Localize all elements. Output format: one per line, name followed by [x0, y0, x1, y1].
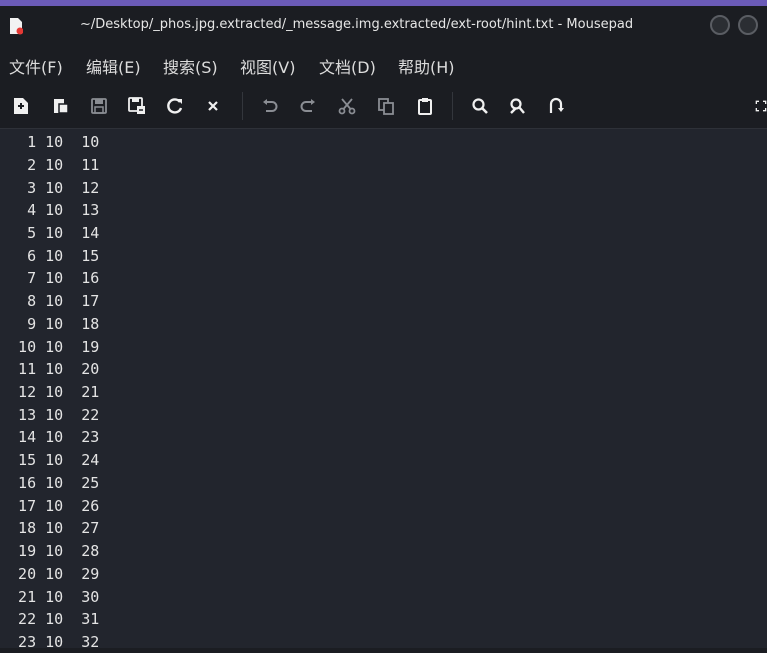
- text-line: 3 10 12: [0, 179, 100, 197]
- text-editor-area[interactable]: 1 10 10 2 10 11 3 10 12 4 10 13 5 10 14 …: [0, 129, 767, 653]
- text-line: 19 10 28: [0, 542, 100, 560]
- text-line: 10 10 19: [0, 338, 100, 356]
- reload-icon[interactable]: [164, 95, 186, 117]
- text-line: 16 10 25: [0, 474, 100, 492]
- text-line: 20 10 29: [0, 565, 100, 583]
- text-line: 15 10 24: [0, 451, 100, 469]
- title-bar[interactable]: ~/Desktop/_phos.jpg.extracted/_message.i…: [0, 6, 767, 44]
- text-line: 1 10 10: [0, 133, 100, 151]
- menu-search[interactable]: 搜索(S): [163, 54, 218, 78]
- window-title: ~/Desktop/_phos.jpg.extracted/_message.i…: [80, 17, 634, 32]
- text-line: 7 10 16: [0, 269, 100, 287]
- cut-icon[interactable]: [336, 95, 358, 117]
- save-icon[interactable]: [88, 95, 110, 117]
- redo-icon[interactable]: [297, 95, 319, 117]
- minimize-button[interactable]: [710, 15, 730, 35]
- fullscreen-icon[interactable]: [755, 95, 767, 117]
- undo-icon[interactable]: [259, 95, 281, 117]
- text-line: 14 10 23: [0, 428, 100, 446]
- text-line: 18 10 27: [0, 519, 100, 537]
- text-line: 8 10 17: [0, 292, 100, 310]
- text-line: 5 10 14: [0, 224, 100, 242]
- maximize-button[interactable]: [738, 15, 758, 35]
- menu-edit[interactable]: 编辑(E): [86, 54, 141, 78]
- text-line: 13 10 22: [0, 406, 100, 424]
- text-line: 22 10 31: [0, 610, 100, 628]
- copy-icon[interactable]: [375, 95, 397, 117]
- new-document-icon[interactable]: [10, 95, 32, 117]
- text-line: 6 10 15: [0, 247, 100, 265]
- menu-view[interactable]: 视图(V): [240, 54, 295, 78]
- mousepad-app-icon: [9, 17, 24, 35]
- text-line: 11 10 20: [0, 360, 100, 378]
- menu-bar: 文件(F) 编辑(E) 搜索(S) 视图(V) 文档(D) 帮助(H): [0, 44, 767, 84]
- menu-help[interactable]: 帮助(H): [398, 54, 455, 78]
- text-line: 2 10 11: [0, 156, 100, 174]
- menu-file[interactable]: 文件(F): [9, 54, 63, 78]
- toolbar-separator: [242, 92, 243, 120]
- toolbar-separator: [452, 92, 453, 120]
- close-icon[interactable]: [202, 95, 224, 117]
- save-as-icon[interactable]: [126, 95, 148, 117]
- text-line: 4 10 13: [0, 201, 100, 219]
- toolbar: [0, 84, 767, 129]
- text-line: 12 10 21: [0, 383, 100, 401]
- menu-document[interactable]: 文档(D): [319, 54, 376, 78]
- open-file-icon[interactable]: [50, 95, 72, 117]
- bottom-border: [0, 648, 767, 653]
- text-line: 17 10 26: [0, 497, 100, 515]
- find-icon[interactable]: [469, 95, 491, 117]
- text-line: 9 10 18: [0, 315, 100, 333]
- find-replace-icon[interactable]: [507, 95, 529, 117]
- text-line: 21 10 30: [0, 588, 100, 606]
- paste-icon[interactable]: [414, 95, 436, 117]
- go-to-line-icon[interactable]: [545, 95, 567, 117]
